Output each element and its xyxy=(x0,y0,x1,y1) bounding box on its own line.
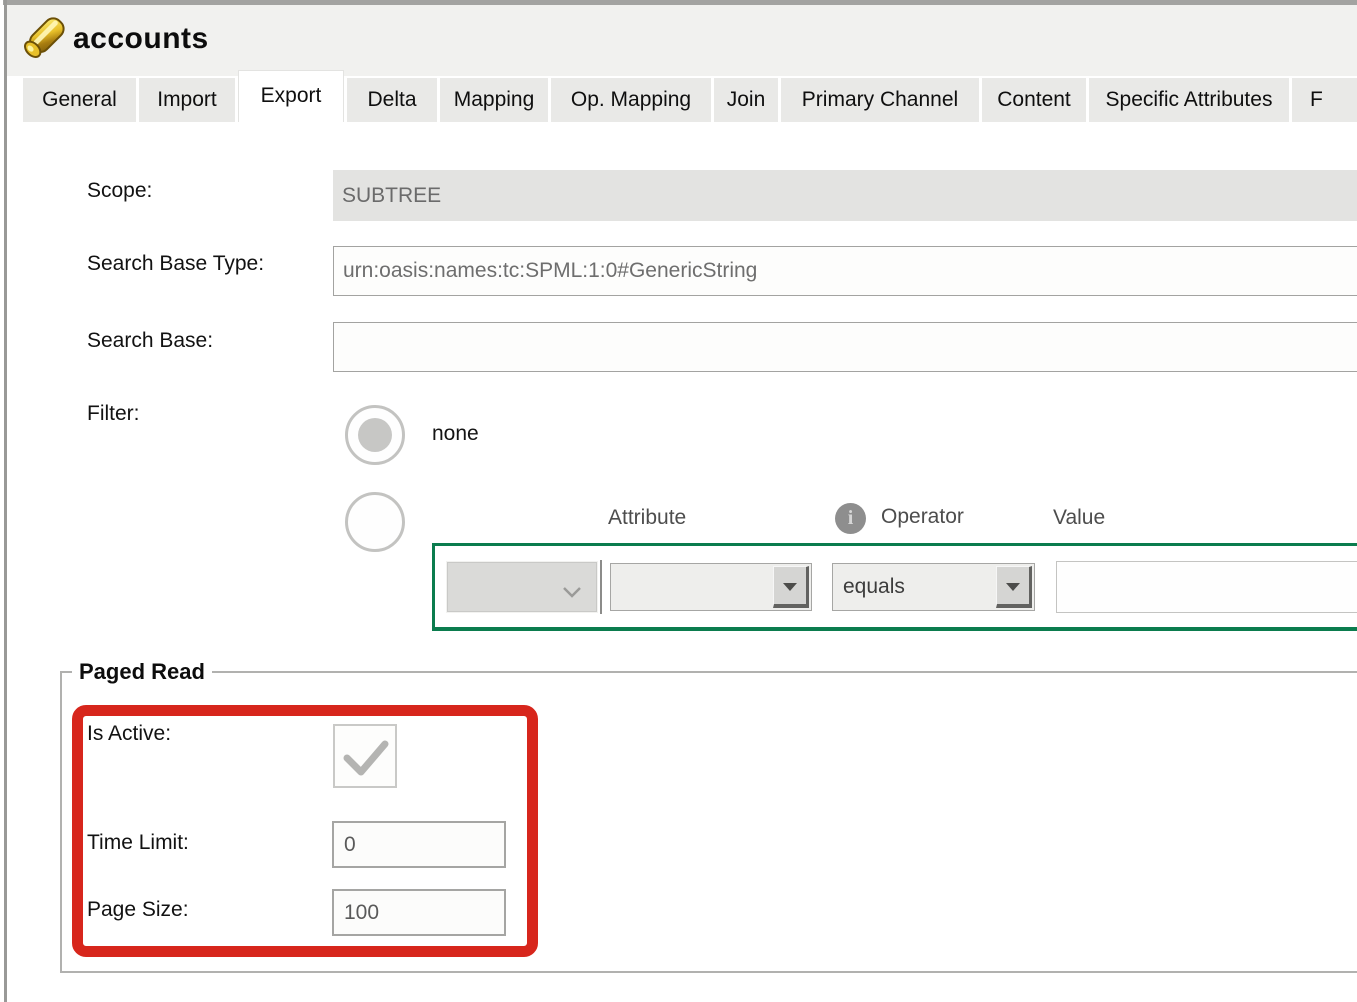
tab-general[interactable]: General xyxy=(23,78,136,122)
value-input[interactable] xyxy=(1056,561,1357,613)
scope-label: Scope: xyxy=(87,179,152,203)
dropdown-arrow-icon xyxy=(783,583,797,591)
column-divider xyxy=(600,560,602,614)
search-base-label: Search Base: xyxy=(87,329,213,353)
radio-selected-dot xyxy=(358,418,392,452)
window-frame-left xyxy=(4,0,7,1002)
dropdown-arrow-button[interactable] xyxy=(773,566,809,608)
page-title: accounts xyxy=(73,22,209,56)
tab-export[interactable]: Export xyxy=(238,70,344,122)
info-icon[interactable]: i xyxy=(835,503,866,534)
tab-join[interactable]: Join xyxy=(714,78,778,122)
tab-truncated[interactable]: F xyxy=(1292,78,1357,122)
attribute-column-header: Attribute xyxy=(608,506,686,530)
tab-op-mapping[interactable]: Op. Mapping xyxy=(551,78,711,122)
tab-strip: General Import Export Delta Mapping Op. … xyxy=(23,78,1357,122)
value-column-header: Value xyxy=(1053,506,1105,530)
operator-column-header: Operator xyxy=(881,505,964,529)
header-band xyxy=(7,5,1357,76)
paged-read-legend: Paged Read xyxy=(72,659,212,685)
row-selector-dropdown[interactable] xyxy=(447,562,597,612)
scope-value-field: SUBTREE xyxy=(333,170,1357,221)
filter-none-label: none xyxy=(432,422,479,446)
search-base-type-label: Search Base Type: xyxy=(87,252,264,276)
filter-label: Filter: xyxy=(87,402,140,426)
tab-content[interactable]: Content xyxy=(982,78,1086,122)
export-tab-panel: accounts General Import Export Delta Map… xyxy=(0,0,1357,1002)
attribute-dropdown[interactable] xyxy=(610,563,812,611)
tab-delta[interactable]: Delta xyxy=(347,78,437,122)
filter-condition-table: equals xyxy=(432,543,1357,631)
search-base-type-input[interactable] xyxy=(333,246,1357,296)
tab-specific-attributes[interactable]: Specific Attributes xyxy=(1089,78,1289,122)
chevron-down-icon xyxy=(558,578,586,606)
operator-dropdown[interactable]: equals xyxy=(832,563,1035,611)
dropdown-arrow-button[interactable] xyxy=(996,566,1032,608)
tab-mapping[interactable]: Mapping xyxy=(440,78,548,122)
dropdown-arrow-icon xyxy=(1006,583,1020,591)
annotation-rectangle xyxy=(72,705,538,957)
tab-import[interactable]: Import xyxy=(139,78,235,122)
operator-dropdown-value: equals xyxy=(843,564,905,610)
tab-primary-channel[interactable]: Primary Channel xyxy=(781,78,979,122)
search-base-input[interactable] xyxy=(333,322,1357,372)
filter-none-radio[interactable] xyxy=(345,405,405,465)
filter-custom-radio[interactable] xyxy=(345,492,405,552)
pencil-icon xyxy=(20,13,68,63)
